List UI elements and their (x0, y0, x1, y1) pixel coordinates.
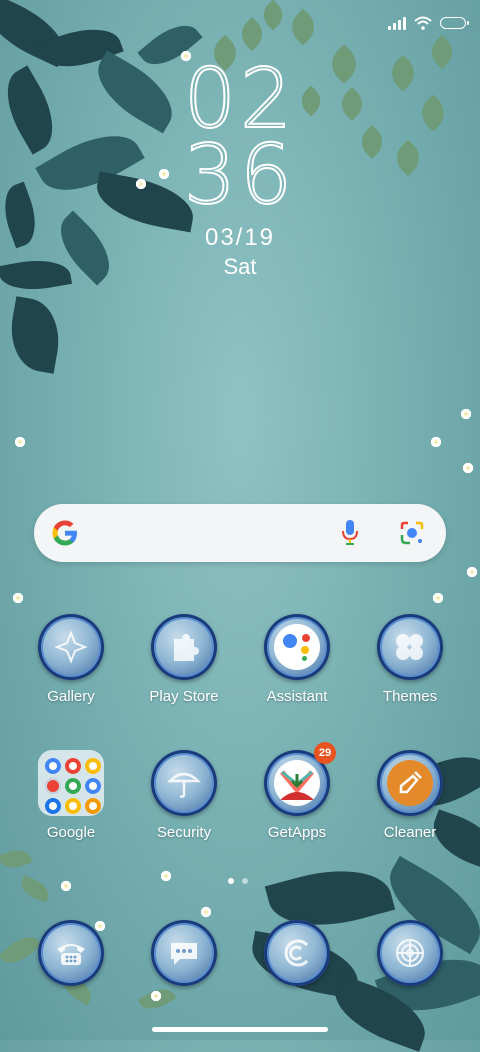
cleaner-icon (377, 750, 443, 816)
dock-browser[interactable] (241, 920, 353, 986)
clock-hour: 02 (183, 52, 297, 147)
google-folder-icon (38, 750, 104, 816)
dock-phone[interactable] (15, 920, 127, 986)
play-store-icon (151, 614, 217, 680)
mic-icon[interactable] (340, 518, 360, 548)
signal-icon (388, 16, 406, 30)
app-label: Gallery (47, 688, 95, 705)
google-g-icon (52, 520, 77, 546)
wifi-icon (414, 16, 432, 30)
app-label: Play Store (149, 688, 219, 705)
home-indicator[interactable] (152, 1027, 328, 1032)
assistant-icon (264, 614, 330, 680)
dock-messages[interactable] (128, 920, 240, 986)
page-dot-active (228, 878, 234, 884)
clock-widget[interactable]: 02 36 03/19 Sat (0, 52, 480, 280)
messages-icon (151, 920, 217, 986)
page-dot (242, 878, 248, 884)
getapps-icon: 29 (264, 742, 336, 816)
browser-icon (264, 920, 330, 986)
page-indicator (228, 878, 248, 884)
security-icon (151, 750, 217, 816)
app-google-folder[interactable]: Google (15, 750, 127, 841)
google-search-bar[interactable] (34, 504, 446, 562)
app-themes[interactable]: Themes (354, 614, 466, 705)
app-cleaner[interactable]: Cleaner (354, 750, 466, 841)
themes-icon (377, 614, 443, 680)
lens-icon[interactable] (398, 520, 426, 546)
phone-icon (38, 920, 104, 986)
app-label: Cleaner (383, 824, 437, 841)
app-label: Security (156, 824, 212, 841)
clock-minute: 36 (183, 128, 297, 223)
app-play-store[interactable]: Play Store (128, 614, 240, 705)
camera-icon (377, 920, 443, 986)
gallery-icon (38, 614, 104, 680)
clock-date: 03/19 (204, 224, 276, 251)
notification-badge: 29 (314, 742, 336, 764)
app-label: GetApps (267, 824, 327, 841)
app-security[interactable]: Security (128, 750, 240, 841)
status-bar (388, 16, 469, 30)
app-label: Google (46, 824, 96, 841)
app-gallery[interactable]: Gallery (15, 614, 127, 705)
clock-day: Sat (223, 254, 257, 279)
app-assistant[interactable]: Assistant (241, 614, 353, 705)
app-getapps[interactable]: 29 GetApps (241, 742, 353, 841)
battery-icon (440, 17, 469, 29)
app-label: Themes (382, 688, 438, 705)
app-label: Assistant (266, 688, 328, 705)
dock-camera[interactable] (354, 920, 466, 986)
